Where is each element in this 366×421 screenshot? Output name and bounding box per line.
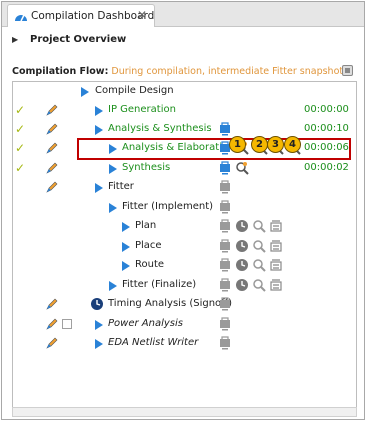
edit-settings-icon[interactable] xyxy=(46,298,58,310)
task-label: Synthesis xyxy=(122,162,171,173)
dashboard-icon xyxy=(15,14,27,22)
edit-settings-icon[interactable] xyxy=(46,123,58,135)
flow-row-timing-analysis[interactable]: Timing Analysis (Signoff) xyxy=(2,296,364,315)
report-icon[interactable] xyxy=(218,180,232,194)
flow-row-route[interactable]: Route xyxy=(2,257,364,276)
compilation-dashboard-window: Compilation Dashboard ✕ ▶ Project Overvi… xyxy=(1,1,365,420)
run-triangle-icon[interactable] xyxy=(81,87,89,97)
report-icon[interactable] xyxy=(218,317,232,331)
run-triangle-icon[interactable] xyxy=(109,164,117,174)
run-triangle-icon[interactable] xyxy=(122,242,130,252)
report-icon[interactable] xyxy=(218,122,232,136)
report-icon[interactable] xyxy=(218,219,232,233)
report-icon[interactable] xyxy=(218,258,232,272)
task-label: Power Analysis xyxy=(108,318,183,329)
project-overview-toggle[interactable]: ▶ Project Overview xyxy=(12,34,212,50)
task-label: Timing Analysis (Signoff) xyxy=(108,298,232,309)
compilation-flow-note: During compilation, intermediate Fitter … xyxy=(111,66,348,77)
chip-planner-icon[interactable] xyxy=(269,219,283,233)
clock-icon[interactable] xyxy=(235,258,249,272)
clock-icon[interactable] xyxy=(235,239,249,253)
edit-settings-icon[interactable] xyxy=(46,337,58,349)
run-triangle-icon[interactable] xyxy=(95,125,103,135)
flow-row-plan[interactable]: Plan xyxy=(2,218,364,237)
callout-badge-1: 1 xyxy=(229,136,246,153)
report-icon[interactable] xyxy=(218,239,232,253)
flow-row-place[interactable]: Place xyxy=(2,238,364,257)
elapsed-time: 00:00:02 xyxy=(304,162,349,173)
elapsed-time: 00:00:00 xyxy=(304,104,349,115)
netlist-viewer-icon[interactable] xyxy=(252,278,266,292)
edit-settings-icon[interactable] xyxy=(46,142,58,154)
netlist-viewer-icon[interactable] xyxy=(235,161,249,175)
compilation-flow-label: Compilation Flow: xyxy=(12,66,109,77)
enable-checkbox[interactable] xyxy=(62,319,72,329)
check-icon: ✓ xyxy=(15,161,26,175)
flow-row-power-analysis[interactable]: Power Analysis xyxy=(2,316,364,335)
callout-badge-3: 3 xyxy=(267,136,284,153)
chip-planner-icon[interactable] xyxy=(269,258,283,272)
task-label: Fitter (Implement) xyxy=(122,201,214,212)
edit-settings-icon[interactable] xyxy=(46,162,58,174)
report-icon[interactable] xyxy=(218,200,232,214)
run-triangle-icon[interactable] xyxy=(109,144,117,154)
chip-planner-icon[interactable] xyxy=(269,278,283,292)
flow-row-compile-design[interactable]: Compile Design xyxy=(2,83,364,102)
report-icon[interactable] xyxy=(218,297,232,311)
edit-settings-icon[interactable] xyxy=(46,104,58,116)
compilation-flow-header: Compilation Flow: During compilation, in… xyxy=(12,66,348,80)
task-label: Analysis & Synthesis xyxy=(108,123,212,134)
flow-row-fitter-implement[interactable]: Fitter (Implement) xyxy=(2,199,364,218)
task-label: Route xyxy=(135,259,165,270)
run-triangle-icon[interactable] xyxy=(109,203,117,213)
horizontal-scrollbar[interactable] xyxy=(12,407,357,417)
edit-settings-icon[interactable] xyxy=(46,181,58,193)
netlist-viewer-icon[interactable] xyxy=(252,258,266,272)
task-label: Plan xyxy=(135,220,157,231)
run-triangle-icon[interactable] xyxy=(95,106,103,116)
flow-row-fitter[interactable]: Fitter xyxy=(2,179,364,198)
run-triangle-icon[interactable] xyxy=(95,339,103,349)
stop-button[interactable] xyxy=(342,65,353,76)
tab-bar: Compilation Dashboard ✕ xyxy=(2,2,364,27)
tab-title: Compilation Dashboard xyxy=(31,10,155,22)
check-icon: ✓ xyxy=(15,122,26,136)
timing-clock-icon[interactable] xyxy=(90,297,104,311)
report-icon[interactable] xyxy=(218,278,232,292)
flow-row-fitter-finalize[interactable]: Fitter (Finalize) xyxy=(2,277,364,296)
netlist-viewer-icon[interactable] xyxy=(252,239,266,253)
callout-badge-4: 4 xyxy=(284,136,301,153)
run-triangle-icon[interactable] xyxy=(122,222,130,232)
flow-row-eda-netlist-writer[interactable]: EDA Netlist Writer xyxy=(2,335,364,354)
elapsed-time: 00:00:10 xyxy=(304,123,349,134)
task-label: Compile Design xyxy=(95,85,174,96)
run-triangle-icon[interactable] xyxy=(109,281,117,291)
clock-icon[interactable] xyxy=(235,278,249,292)
task-label: Fitter xyxy=(108,181,134,192)
check-icon: ✓ xyxy=(15,141,26,155)
report-icon[interactable] xyxy=(218,161,232,175)
run-triangle-icon[interactable] xyxy=(95,320,103,330)
task-label: EDA Netlist Writer xyxy=(108,337,199,348)
callout-badge-2: 2 xyxy=(251,136,268,153)
flow-row-ip-generation[interactable]: ✓ IP Generation 00:00:00 xyxy=(2,102,364,121)
chip-planner-icon[interactable] xyxy=(269,239,283,253)
close-icon[interactable]: ✕ xyxy=(137,8,147,22)
elapsed-time: 00:00:06 xyxy=(304,142,349,153)
expand-arrow-icon: ▶ xyxy=(12,35,19,44)
task-label: Place xyxy=(135,240,162,251)
task-label: IP Generation xyxy=(108,104,176,115)
tab-compilation-dashboard[interactable]: Compilation Dashboard ✕ xyxy=(7,4,155,27)
netlist-viewer-icon[interactable] xyxy=(252,219,266,233)
report-icon[interactable] xyxy=(218,336,232,350)
clock-icon[interactable] xyxy=(235,219,249,233)
edit-settings-icon[interactable] xyxy=(46,318,58,330)
flow-row-analysis-elaboration[interactable]: ✓ Analysis & Elaboration 1 2 3 4 00:00:0… xyxy=(2,136,364,159)
project-overview-label: Project Overview xyxy=(30,34,127,45)
task-label: Fitter (Finalize) xyxy=(122,279,197,290)
run-triangle-icon[interactable] xyxy=(122,261,130,271)
run-triangle-icon[interactable] xyxy=(95,183,103,193)
check-icon: ✓ xyxy=(15,103,26,117)
flow-row-synthesis[interactable]: ✓ Synthesis 00:00:02 xyxy=(2,160,364,179)
